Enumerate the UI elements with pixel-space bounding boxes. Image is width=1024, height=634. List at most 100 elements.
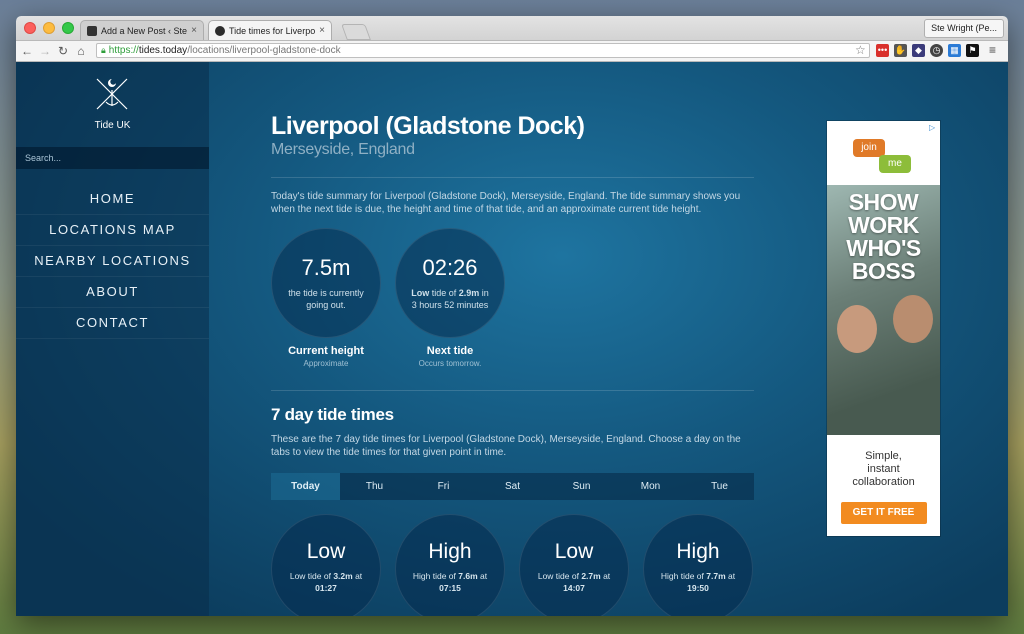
close-tab-icon[interactable]: ×: [319, 25, 325, 36]
browser-window: Add a New Post ‹ Ste Wrigh × Tide times …: [16, 16, 1008, 616]
tab-fri[interactable]: Fri: [409, 473, 478, 500]
page-title: Liverpool (Gladstone Dock): [271, 112, 585, 140]
browser-tab-1[interactable]: Add a New Post ‹ Ste Wrigh ×: [80, 20, 204, 40]
tide-favicon-icon: [215, 25, 225, 36]
nav-contact[interactable]: CONTACT: [16, 308, 209, 339]
current-height-desc: the tide is currently going out.: [288, 288, 364, 310]
summary-circles: 7.5m the tide is currently going out. Cu…: [271, 228, 754, 368]
next-tide-circle: 02:26 Low tide of 2.9m in 3 hours 52 minu…: [395, 228, 505, 338]
ad-logo-join: join: [853, 139, 885, 157]
tide-level: High: [428, 540, 472, 563]
tide-time: 01:27: [315, 583, 337, 593]
forward-arrow-icon[interactable]: →: [38, 44, 52, 58]
address-bar[interactable]: 🔒︎ https:// tides.today /locations/liver…: [96, 43, 870, 58]
ad-copy-line: collaboration: [852, 476, 915, 488]
day-tabs: Today Thu Fri Sat Sun Mon Tue: [271, 473, 754, 500]
tide-summary-text: Today's tide summary for Liverpool (Glad…: [271, 191, 741, 215]
tab-title: Tide times for Liverpool (G: [229, 25, 316, 36]
tide-logo-icon[interactable]: [94, 76, 130, 112]
tide-detail: High tide of 7.7m at 19:50: [660, 571, 736, 593]
nav-home[interactable]: HOME: [16, 184, 209, 215]
tide-height: 7.7m: [706, 571, 726, 581]
tab-tue[interactable]: Tue: [685, 473, 754, 500]
web-page: Tide UK Search... HOME LOCATIONS MAP NEA…: [16, 62, 1008, 616]
ad-headline-line: SHOW: [848, 189, 919, 215]
menu-hamburger-icon[interactable]: ≡: [986, 44, 999, 57]
tide-height: 2.7m: [581, 571, 601, 581]
tab-thu[interactable]: Thu: [340, 473, 409, 500]
next-tide-label: Next tide: [426, 345, 474, 357]
ad-copy-line: Simple,: [865, 450, 902, 462]
current-height-circle: 7.5m the tide is currently going out.: [271, 228, 381, 338]
url-scheme: https://: [108, 45, 139, 56]
current-height-block: 7.5m the tide is currently going out. Cu…: [271, 228, 381, 368]
url-path: /locations/liverpool-gladstone-dock: [187, 45, 341, 56]
nav-about[interactable]: ABOUT: [16, 277, 209, 308]
bookmark-star-icon[interactable]: ☆: [855, 43, 869, 58]
extension-trello-icon[interactable]: ▦: [948, 44, 961, 57]
close-window-button[interactable]: [24, 22, 36, 34]
next-tide-time: 02:26: [422, 255, 478, 280]
ad-copy: Simple, instant collaboration: [827, 450, 940, 489]
extension-cat-icon[interactable]: ◆: [912, 44, 925, 57]
tide-level: Low: [306, 540, 346, 563]
tab-strip: Add a New Post ‹ Ste Wrigh × Tide times …: [16, 16, 1008, 41]
extension-lastpass-icon[interactable]: •••: [876, 44, 889, 57]
lock-icon: 🔒︎: [101, 45, 106, 55]
tide-times-list: Low Low tide of 3.2m at 01:27 High High t…: [271, 514, 754, 616]
tide-circle: High High tide of 7.6m at 07:15: [395, 514, 505, 616]
maximize-window-button[interactable]: [62, 22, 74, 34]
tide-time: 07:15: [439, 583, 461, 593]
page-subtitle: Merseyside, England: [271, 141, 415, 158]
adchoices-icon[interactable]: ▷: [929, 123, 938, 132]
advertisement[interactable]: join me ▷ SHOW WORK WHO'S BOSS Simple, i…: [827, 121, 940, 536]
browser-toolbar: ← → ↻ ⌂ 🔒︎ https:// tides.today /locatio…: [16, 41, 1008, 62]
tide-time: 14:07: [563, 583, 585, 593]
ad-logo-me: me: [879, 155, 911, 173]
next-tide-sub: Occurs tomorrow.: [418, 359, 482, 368]
tide-height: 7.6m: [458, 571, 478, 581]
tide-kind: High: [412, 571, 431, 581]
reload-icon[interactable]: ↻: [56, 44, 70, 58]
ad-cta-button[interactable]: GET IT FREE: [840, 502, 927, 524]
tide-detail: Low tide of 3.2m at 01:27: [289, 571, 363, 593]
extension-hand-icon[interactable]: ✋: [894, 44, 907, 57]
tide-circle: Low Low tide of 2.7m at 14:07: [519, 514, 629, 616]
tide-height: 3.2m: [333, 571, 353, 581]
nav-locations-map[interactable]: LOCATIONS MAP: [16, 215, 209, 246]
ad-headline-line: WHO'S: [846, 235, 921, 261]
search-input[interactable]: Search...: [16, 147, 209, 169]
week-section-title: 7 day tide times: [271, 405, 394, 424]
extension-flag-icon[interactable]: ⚑: [966, 44, 979, 57]
tide-circle: High High tide of 7.7m at 19:50: [643, 514, 753, 616]
sidebar-nav: HOME LOCATIONS MAP NEARBY LOCATIONS ABOU…: [16, 184, 209, 339]
browser-tab-2[interactable]: Tide times for Liverpool (G ×: [208, 20, 332, 40]
ad-headline-line: BOSS: [851, 258, 916, 284]
minimize-window-button[interactable]: [43, 22, 55, 34]
tide-level: Low: [554, 540, 594, 563]
next-tide-desc-mid: tide of: [429, 288, 459, 298]
site-brand[interactable]: Tide UK: [16, 120, 209, 131]
next-tide-block: 02:26 Low tide of 2.9m in 3 hours 52 minu…: [395, 228, 505, 368]
back-arrow-icon[interactable]: ←: [20, 44, 34, 58]
extension-clock-icon[interactable]: ◷: [930, 44, 943, 57]
next-tide-height: 2.9m: [458, 288, 480, 298]
tab-today[interactable]: Today: [271, 473, 340, 500]
divider: [271, 390, 754, 391]
ad-copy-line: instant: [867, 463, 900, 475]
tab-mon[interactable]: Mon: [616, 473, 685, 500]
nav-nearby-locations[interactable]: NEARBY LOCATIONS: [16, 246, 209, 277]
ad-person-icon: [893, 295, 933, 343]
url-host: tides.today: [138, 45, 188, 56]
close-tab-icon[interactable]: ×: [191, 25, 197, 36]
tab-sat[interactable]: Sat: [478, 473, 547, 500]
tab-sun[interactable]: Sun: [547, 473, 616, 500]
ad-person-icon: [837, 305, 877, 353]
home-icon[interactable]: ⌂: [74, 44, 88, 58]
current-height-label: Current height: [288, 345, 364, 357]
profile-button[interactable]: Ste Wright (Pe...: [924, 19, 1004, 38]
next-tide-desc-suffix: in: [479, 288, 489, 298]
tide-detail: High tide of 7.6m at 07:15: [412, 571, 488, 593]
new-tab-button[interactable]: [341, 24, 371, 40]
divider: [271, 177, 754, 178]
